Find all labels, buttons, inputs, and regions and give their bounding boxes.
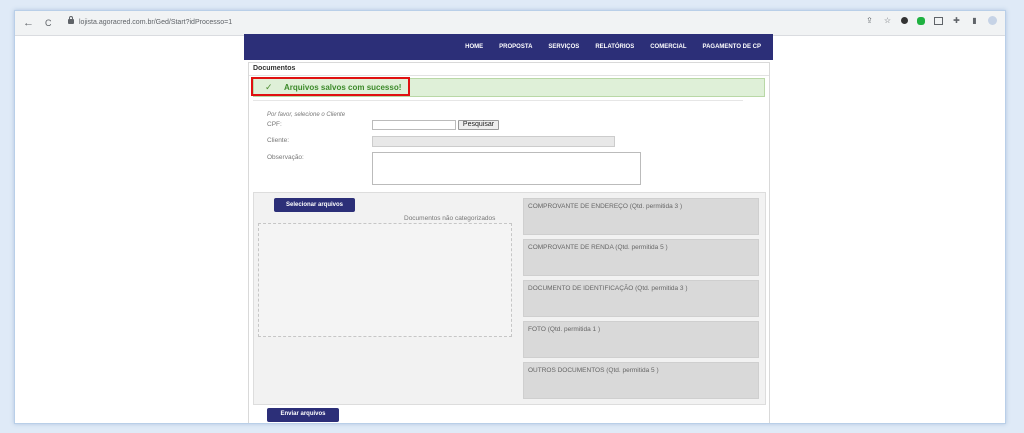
category-comprovante-endereco[interactable]: COMPROVANTE DE ENDEREÇO (Qtd. permitida … [523,198,759,235]
category-comprovante-renda[interactable]: COMPROVANTE DE RENDA (Qtd. permitida 5 ) [523,239,759,276]
cpf-input[interactable] [372,120,456,130]
menu-item-pagamento-cp[interactable]: PAGAMENTO DE CP [703,44,761,50]
category-label: FOTO (Qtd. permitida 1 ) [528,326,601,333]
select-client-hint: Por favor, selecione o Cliente [267,112,346,118]
extension-green-icon[interactable] [917,16,925,25]
menu-item-servicos[interactable]: SERVIÇOS [548,44,579,50]
toolbar-icons: ⇪ ☆ ✚ ▮ [865,16,997,25]
section-divider [253,100,743,101]
menu-item-comercial[interactable]: COMERCIAL [650,44,686,50]
title-divider [249,75,769,76]
browser-toolbar: ← C lojista.agoracred.com.br/Ged/Start?i… [15,11,1005,36]
profile-avatar-icon[interactable] [988,16,997,25]
address-bar[interactable]: lojista.agoracred.com.br/Ged/Start?idPro… [79,17,232,29]
sidebar-icon[interactable]: ▮ [970,16,979,25]
browser-window: ← C lojista.agoracred.com.br/Ged/Start?i… [14,10,1006,424]
category-label: OUTROS DOCUMENTOS (Qtd. permitida 5 ) [528,367,659,374]
observacao-label: Observação: [267,154,304,161]
reload-icon[interactable]: C [45,16,52,30]
category-outros-documentos[interactable]: OUTROS DOCUMENTOS (Qtd. permitida 5 ) [523,362,759,399]
menu-item-proposta[interactable]: PROPOSTA [499,44,532,50]
highlight-box [251,77,410,96]
send-files-button[interactable]: Enviar arquivos [267,408,339,422]
uncategorized-dropzone[interactable] [258,223,512,337]
page-title: Documentos [253,65,296,72]
search-button[interactable]: Pesquisar [458,120,499,130]
site-header: HOME PROPOSTA SERVIÇOS RELATÓRIOS COMERC… [244,34,773,60]
select-files-button[interactable]: Selecionar arquivos [274,198,355,212]
extension-icon[interactable] [901,17,908,24]
menu-item-relatorios[interactable]: RELATÓRIOS [595,44,634,50]
category-label: COMPROVANTE DE ENDEREÇO (Qtd. permitida … [528,203,683,210]
menu-item-home[interactable]: HOME [465,44,483,50]
category-foto[interactable]: FOTO (Qtd. permitida 1 ) [523,321,759,358]
main-menu: HOME PROPOSTA SERVIÇOS RELATÓRIOS COMERC… [465,44,761,50]
back-arrow-icon[interactable]: ← [23,16,34,30]
category-documento-identificacao[interactable]: DOCUMENTO DE IDENTIFICAÇÃO (Qtd. permiti… [523,280,759,317]
star-icon[interactable]: ☆ [883,16,892,25]
extension-box-icon[interactable] [934,16,943,25]
cliente-label: Cliente: [267,137,290,144]
cpf-label: CPF: [267,121,282,128]
observacao-textarea[interactable] [372,152,641,185]
puzzle-icon[interactable]: ✚ [952,16,961,25]
uncategorized-label: Documentos não categorizados [404,215,496,222]
category-label: DOCUMENTO DE IDENTIFICAÇÃO (Qtd. permiti… [528,285,688,292]
upload-area: Selecionar arquivos Documentos não categ… [253,192,766,405]
lock-icon [68,16,74,24]
cliente-field [372,136,615,147]
category-label: COMPROVANTE DE RENDA (Qtd. permitida 5 ) [528,244,668,251]
documents-panel: Documentos ✓ Arquivos salvos com sucesso… [248,62,770,423]
share-icon[interactable]: ⇪ [865,16,874,25]
